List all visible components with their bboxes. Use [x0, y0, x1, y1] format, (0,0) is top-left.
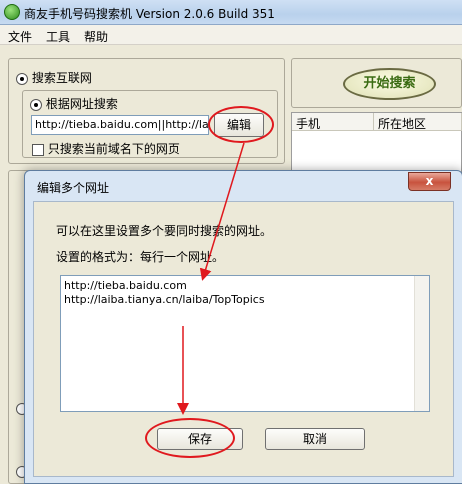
- app-icon: [4, 4, 20, 20]
- by-url-radio[interactable]: [30, 98, 42, 111]
- menu-tools[interactable]: 工具: [46, 28, 70, 45]
- column-header-phone[interactable]: 手机: [292, 113, 374, 131]
- edit-urls-dialog: 编辑多个网址 x 可以在这里设置多个要同时搜索的网址。 设置的格式为：每行一个网…: [24, 170, 462, 484]
- url-line-2: http://laiba.tianya.cn/laiba/TopTopics: [64, 293, 265, 306]
- dialog-title: 编辑多个网址: [37, 181, 110, 195]
- urls-textarea[interactable]: http://tieba.baidu.com http://laiba.tian…: [60, 275, 430, 412]
- by-url-option[interactable]: 根据网址搜索: [30, 95, 118, 112]
- internet-search-label: 搜索互联网: [31, 71, 92, 85]
- internet-search-radio[interactable]: [16, 72, 28, 85]
- annotation-oval-edit: [208, 106, 274, 143]
- column-header-region[interactable]: 所在地区: [374, 113, 462, 131]
- dialog-content: 可以在这里设置多个要同时搜索的网址。 设置的格式为：每行一个网址。 http:/…: [33, 201, 454, 477]
- menu-file[interactable]: 文件: [8, 28, 32, 45]
- menu-help[interactable]: 帮助: [84, 28, 108, 45]
- window-titlebar[interactable]: 商友手机号码搜索机 Version 2.0.6 Build 351: [0, 0, 462, 25]
- same-domain-option[interactable]: 只搜索当前域名下的网页: [32, 140, 180, 157]
- window-title: 商友手机号码搜索机 Version 2.0.6 Build 351: [24, 7, 275, 21]
- annotation-oval-save: [145, 418, 235, 458]
- cancel-button[interactable]: 取消: [265, 428, 365, 450]
- dialog-instruction: 可以在这里设置多个要同时搜索的网址。: [56, 224, 273, 238]
- same-domain-checkbox[interactable]: [32, 143, 44, 156]
- textarea-scrollbar[interactable]: [414, 276, 429, 411]
- url-line-1: http://tieba.baidu.com: [64, 279, 187, 292]
- dialog-close-button[interactable]: x: [408, 172, 451, 191]
- menu-bar: 文件 工具 帮助: [0, 25, 462, 45]
- dialog-format-hint: 设置的格式为：每行一个网址。: [56, 250, 225, 264]
- start-search-button[interactable]: 开始搜索: [343, 68, 436, 100]
- url-input[interactable]: http://tieba.baidu.com||http://laiba: [31, 115, 209, 135]
- internet-search-option[interactable]: 搜索互联网: [16, 69, 92, 86]
- same-domain-label: 只搜索当前域名下的网页: [47, 142, 180, 156]
- by-url-label: 根据网址搜索: [45, 97, 118, 111]
